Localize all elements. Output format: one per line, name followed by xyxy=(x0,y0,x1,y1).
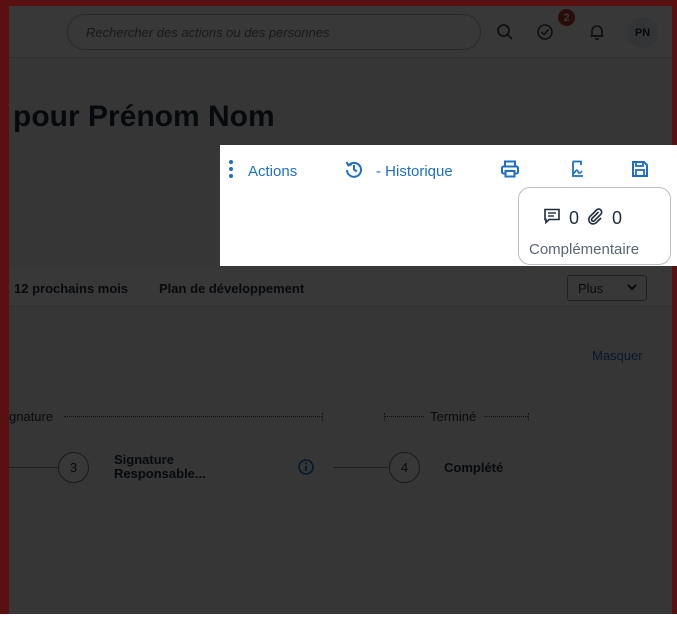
counters-label: Complémentaire xyxy=(529,241,640,258)
counters-box[interactable]: 0 0 Complémentaire xyxy=(518,187,671,265)
tasks-badge: 2 xyxy=(558,9,575,26)
step-label-line: Complété xyxy=(444,460,504,475)
save-icon[interactable] xyxy=(628,157,652,181)
phase-divider-end xyxy=(322,413,323,421)
print-icon[interactable] xyxy=(498,157,522,181)
window-frame xyxy=(672,0,677,625)
counters-row: 0 0 xyxy=(543,207,629,230)
bell-icon[interactable] xyxy=(585,20,609,44)
phase-divider xyxy=(484,416,528,417)
actions-label: Actions xyxy=(248,162,298,180)
comments-count: 0 xyxy=(569,208,580,228)
page-title: pour Prénom Nom xyxy=(13,100,275,133)
more-select[interactable]: Plus xyxy=(567,275,647,301)
avatar[interactable]: PN xyxy=(627,17,658,48)
attachments-count: 0 xyxy=(612,208,623,228)
phase-divider-start xyxy=(384,413,385,421)
step-connector xyxy=(333,467,389,468)
top-bar: 2 PN xyxy=(9,6,672,58)
step-label-line: Responsable... xyxy=(114,466,206,481)
step-circle-3: 3 xyxy=(58,452,89,483)
step-label-3[interactable]: Signature Responsable... xyxy=(114,453,206,481)
attachment-icon xyxy=(586,207,604,230)
app-window: 2 PN pour Prénom Nom 12 prochains mois P… xyxy=(0,0,677,625)
search-input[interactable] xyxy=(68,15,480,49)
sign-document-icon[interactable] xyxy=(565,157,589,181)
actions-button[interactable]: Actions xyxy=(228,159,297,183)
highlighted-toolbar: Actions - Historique 0 0 Complémentaire xyxy=(220,145,677,266)
step-label-line: Signature xyxy=(114,452,174,467)
history-label: - Historique xyxy=(376,162,453,180)
window-frame xyxy=(0,0,677,6)
more-vertical-icon xyxy=(228,159,234,183)
tasks-icon[interactable] xyxy=(533,20,557,44)
search-icon[interactable] xyxy=(493,20,517,44)
info-icon[interactable] xyxy=(297,458,315,476)
step-circle-4: 4 xyxy=(389,452,420,483)
phase-label-signature: gnature xyxy=(9,409,54,424)
chevron-down-icon xyxy=(626,280,638,297)
history-icon xyxy=(344,159,364,183)
search-box[interactable] xyxy=(67,14,481,50)
step-connector xyxy=(9,467,58,468)
phase-divider xyxy=(384,416,424,417)
history-button[interactable]: - Historique xyxy=(344,159,453,183)
phase-label-termine: Terminé xyxy=(430,409,477,424)
hide-link[interactable]: Masquer xyxy=(592,348,643,363)
phase-divider-end xyxy=(528,413,529,421)
comment-icon xyxy=(543,207,561,230)
window-frame xyxy=(0,0,9,625)
step-label-4[interactable]: Complété xyxy=(444,461,503,475)
tab-12-prochains-mois[interactable]: 12 prochains mois xyxy=(14,281,128,296)
more-select-value: Plus xyxy=(578,280,604,296)
tabs-row: 12 prochains mois Plan de développement … xyxy=(9,267,672,307)
window-frame xyxy=(0,614,677,625)
phase-divider xyxy=(64,416,322,417)
tab-plan-developpement[interactable]: Plan de développement xyxy=(159,281,304,296)
